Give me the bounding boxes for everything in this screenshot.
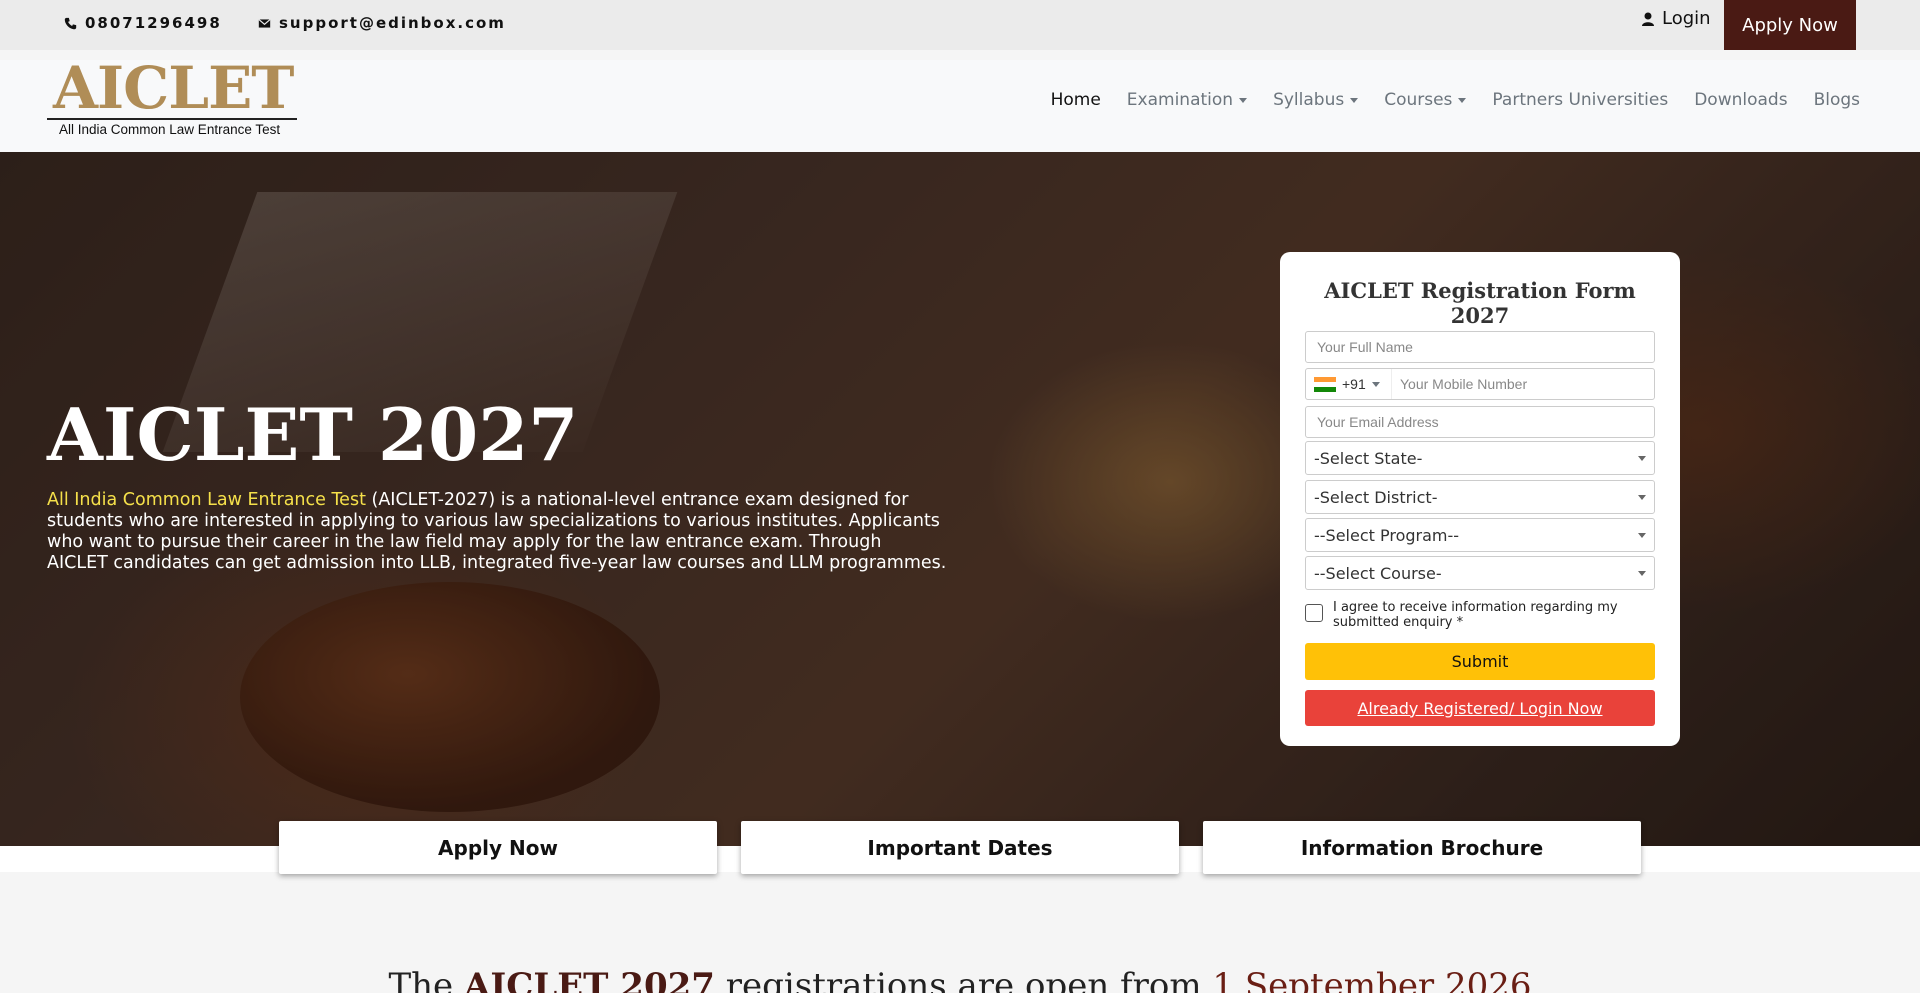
hero-title: AICLET 2027	[47, 392, 579, 477]
hero-description: All India Common Law Entrance Test (AICL…	[47, 490, 947, 574]
submit-button[interactable]: Submit	[1305, 643, 1655, 680]
district-select-value: -Select District-	[1314, 487, 1438, 507]
caret-down-icon	[1638, 532, 1646, 538]
phone-number: 08071296498	[85, 14, 222, 32]
nav-item-courses[interactable]: Courses	[1384, 90, 1467, 110]
full-name-input[interactable]: Your Full Name	[1305, 331, 1655, 363]
nav-label: Downloads	[1694, 90, 1788, 110]
quick-important-dates-button[interactable]: Important Dates	[741, 821, 1179, 874]
state-select[interactable]: -Select State-	[1305, 441, 1655, 475]
quick-information-brochure-button[interactable]: Information Brochure	[1203, 821, 1641, 874]
email-contact[interactable]: support@edinbox.com	[258, 14, 506, 32]
heading-prefix: The	[388, 966, 464, 993]
program-select-value: --Select Program--	[1314, 525, 1460, 545]
nav-label: Partners Universities	[1492, 90, 1669, 110]
apply-now-button[interactable]: Apply Now	[1724, 0, 1856, 50]
logo-tagline: All India Common Law Entrance Test	[59, 122, 281, 137]
phone-icon	[64, 17, 77, 29]
mobile-input[interactable]: Your Mobile Number	[1392, 376, 1527, 392]
hero-highlight-link[interactable]: All India Common Law Entrance Test	[47, 490, 366, 510]
nav-label: Courses	[1384, 90, 1453, 110]
logo-rule	[47, 118, 297, 120]
consent-row: I agree to receive information regarding…	[1305, 600, 1655, 630]
email-address: support@edinbox.com	[279, 14, 506, 32]
heading-exam-name: AICLET 2027	[463, 966, 715, 993]
nav-item-syllabus[interactable]: Syllabus	[1273, 90, 1359, 110]
phone-contact[interactable]: 08071296498	[64, 14, 222, 32]
nav-label: Home	[1050, 90, 1101, 110]
heading-middle: registrations are open from	[714, 966, 1213, 993]
nav-label: Syllabus	[1273, 90, 1345, 110]
logo-brand: AICLET	[53, 54, 294, 122]
login-link[interactable]: Login	[1642, 8, 1711, 29]
nav-label: Examination	[1126, 90, 1234, 110]
india-flag-icon	[1314, 376, 1336, 392]
nav-item-partners-universities[interactable]: Partners Universities	[1492, 90, 1668, 110]
nav-item-downloads[interactable]: Downloads	[1694, 90, 1787, 110]
user-icon	[1642, 12, 1654, 26]
caret-down-icon	[1458, 97, 1467, 103]
registration-form: AICLET Registration Form 2027 Your Full …	[1280, 252, 1680, 746]
nav-item-blogs[interactable]: Blogs	[1814, 90, 1860, 110]
nav-item-examination[interactable]: Examination	[1126, 90, 1248, 110]
caret-down-icon	[1371, 381, 1380, 387]
already-registered-login-button[interactable]: Already Registered/ Login Now	[1305, 690, 1655, 726]
envelope-icon	[258, 18, 271, 28]
nav-item-home[interactable]: Home	[1051, 90, 1101, 110]
caret-down-icon	[1350, 97, 1359, 103]
district-select[interactable]: -Select District-	[1305, 480, 1655, 514]
hero-section: AICLET 2027 All India Common Law Entranc…	[0, 152, 1920, 846]
quick-apply-now-button[interactable]: Apply Now	[279, 821, 717, 874]
top-bar: 08071296498 support@edinbox.com Login Ap…	[0, 0, 1920, 50]
state-select-value: -Select State-	[1314, 448, 1423, 468]
login-label: Login	[1662, 8, 1711, 29]
aiclet-logo[interactable]: AICLET All India Common Law Entrance Tes…	[47, 54, 297, 144]
course-select-value: --Select Course-	[1314, 563, 1442, 583]
program-select[interactable]: --Select Program--	[1305, 518, 1655, 552]
course-select[interactable]: --Select Course-	[1305, 556, 1655, 590]
consent-checkbox[interactable]	[1305, 604, 1323, 622]
caret-down-icon	[1638, 570, 1646, 576]
consent-label: I agree to receive information regarding…	[1333, 600, 1618, 630]
caret-down-icon	[1239, 97, 1248, 103]
caret-down-icon	[1638, 455, 1646, 461]
country-code: +91	[1342, 376, 1366, 392]
main-navbar: AICLET All India Common Law Entrance Tes…	[0, 54, 1920, 152]
caret-down-icon	[1638, 494, 1646, 500]
registration-open-heading: The AICLET 2027 registrations are open f…	[0, 966, 1920, 993]
mobile-field: +91 Your Mobile Number	[1305, 368, 1655, 400]
nav-menu: Home Examination Syllabus Courses Partne…	[1051, 90, 1860, 110]
heading-date: 1 September 2026	[1212, 966, 1532, 993]
nav-label: Blogs	[1813, 90, 1860, 110]
form-title: AICLET Registration Form 2027	[1324, 278, 1636, 328]
email-input[interactable]: Your Email Address	[1305, 406, 1655, 438]
country-code-select[interactable]: +91	[1306, 369, 1392, 399]
